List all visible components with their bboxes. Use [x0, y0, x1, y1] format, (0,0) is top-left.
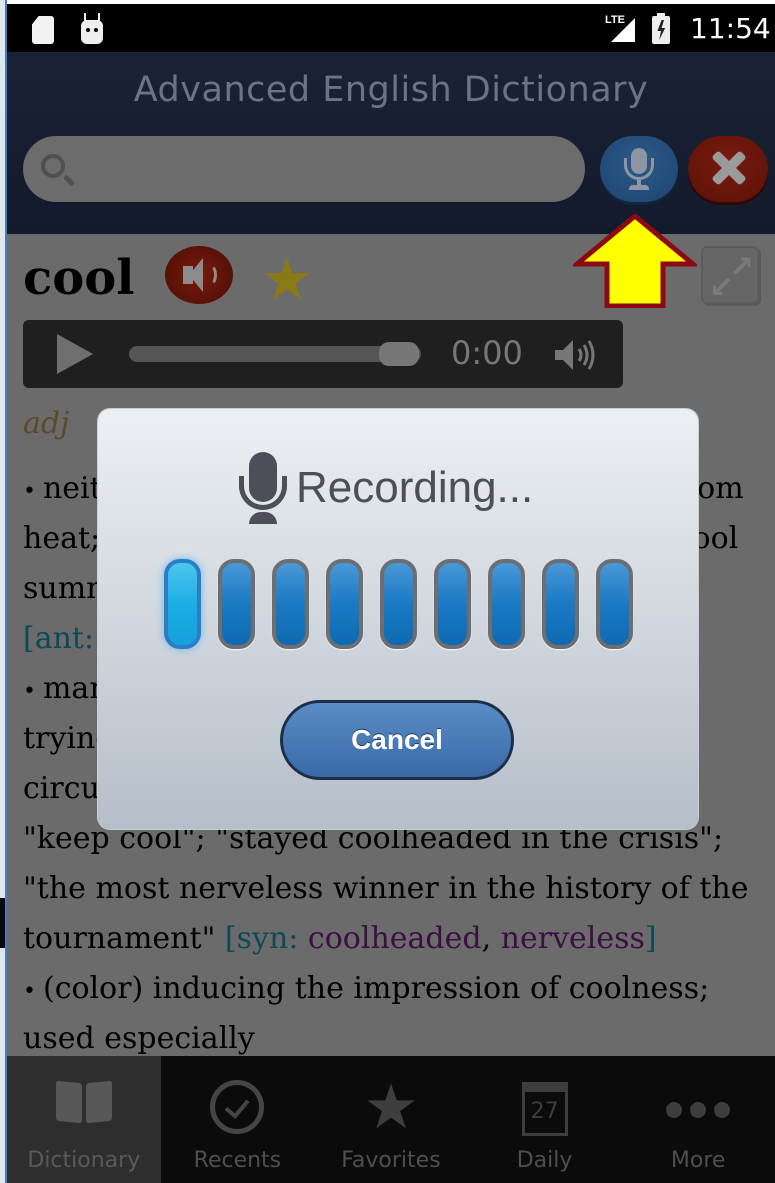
search-icon — [41, 154, 65, 178]
recording-dialog: Recording... Cancel — [98, 409, 698, 829]
cancel-button[interactable]: Cancel — [280, 700, 514, 780]
tab-label: Favorites — [341, 1148, 441, 1173]
tab-daily[interactable]: 27 Daily — [468, 1056, 622, 1183]
relation-tag: [syn: — [224, 921, 308, 956]
definition-text: , — [481, 921, 501, 956]
clock-check-icon — [210, 1080, 265, 1134]
recording-title: Recording... — [296, 463, 534, 512]
definition-text: (color) inducing the impression of cooln… — [42, 971, 710, 1006]
phone-screen: LTE 11:54 Advanced English Dictionary co… — [7, 0, 775, 1183]
headword: cool — [23, 250, 135, 306]
relation-tag: ] — [644, 921, 657, 956]
status-bar: LTE 11:54 — [7, 0, 775, 52]
app-header: Advanced English Dictionary — [7, 52, 775, 234]
play-icon[interactable] — [57, 334, 93, 374]
tab-label: Recents — [193, 1148, 282, 1173]
tab-favorites[interactable]: ★ Favorites — [314, 1056, 468, 1183]
level-bar — [596, 559, 633, 649]
annotation-arrow — [573, 214, 697, 308]
level-bar — [164, 559, 201, 649]
tab-label: Dictionary — [27, 1148, 141, 1173]
level-bar — [542, 559, 579, 649]
star-icon: ★ — [363, 1070, 419, 1143]
seek-thumb[interactable] — [379, 342, 419, 366]
playback-time: 0:00 — [451, 334, 523, 372]
cross-reference-link[interactable]: nerveless — [501, 921, 645, 956]
level-bar — [272, 559, 309, 649]
host-window-fragment — [0, 898, 5, 948]
status-clock: 11:54 — [690, 12, 771, 45]
mic-icon — [235, 452, 291, 524]
definition-text: • — [23, 479, 43, 504]
close-icon — [710, 150, 746, 186]
calendar-icon: 27 — [521, 1082, 568, 1136]
android-debug-icon — [81, 13, 103, 44]
level-bar — [488, 559, 525, 649]
audio-player: 0:00 — [23, 320, 623, 388]
level-bar — [380, 559, 417, 649]
battery-charging-icon — [652, 13, 670, 44]
level-bar — [326, 559, 363, 649]
volume-icon[interactable] — [553, 338, 603, 372]
seek-bar[interactable] — [129, 346, 421, 362]
expand-button[interactable]: ↗ ↙ — [701, 246, 759, 305]
definition-text: • — [23, 979, 43, 1004]
calendar-day: 27 — [530, 1099, 559, 1124]
definition-line: tournament" [syn: coolheaded, nerveless] — [23, 914, 763, 964]
signal-icon — [611, 18, 635, 42]
tab-label: More — [670, 1148, 726, 1173]
pronounce-button[interactable] — [165, 246, 233, 304]
book-icon — [56, 1082, 112, 1128]
voice-search-button[interactable] — [600, 136, 678, 202]
tab-label: Daily — [516, 1148, 573, 1173]
favorite-star-icon[interactable]: ★ — [261, 250, 313, 308]
tab-more[interactable]: More — [621, 1056, 775, 1183]
sd-card-icon — [32, 16, 54, 44]
definition-text: • — [23, 679, 43, 704]
relation-tag: [ant: — [23, 621, 104, 656]
audio-level-meter — [164, 559, 633, 649]
definition-line: "the most nerveless winner in the histor… — [23, 864, 763, 914]
level-bar — [218, 559, 255, 649]
definition-line: • (color) inducing the impression of coo… — [23, 964, 763, 1014]
search-input[interactable] — [83, 136, 573, 202]
bottom-tab-bar: Dictionary Recents ★ Favorites 27 Daily … — [7, 1056, 775, 1183]
definition-text: used especially — [23, 1021, 255, 1056]
cross-reference-link[interactable]: coolheaded — [308, 921, 482, 956]
app-title: Advanced English Dictionary — [133, 70, 649, 110]
search-bar[interactable] — [23, 136, 585, 202]
definition-text: "the most nerveless winner in the histor… — [23, 871, 749, 906]
definition-text: tournament" — [23, 921, 225, 956]
annotation-arrow-shape — [573, 214, 697, 308]
tab-dictionary[interactable]: Dictionary — [7, 1056, 161, 1183]
part-of-speech: adj — [23, 406, 70, 441]
more-dots-icon — [666, 1102, 731, 1118]
level-bar — [434, 559, 471, 649]
tab-recents[interactable]: Recents — [161, 1056, 315, 1183]
clear-button[interactable] — [688, 136, 768, 202]
host-window-edge — [0, 0, 7, 1183]
